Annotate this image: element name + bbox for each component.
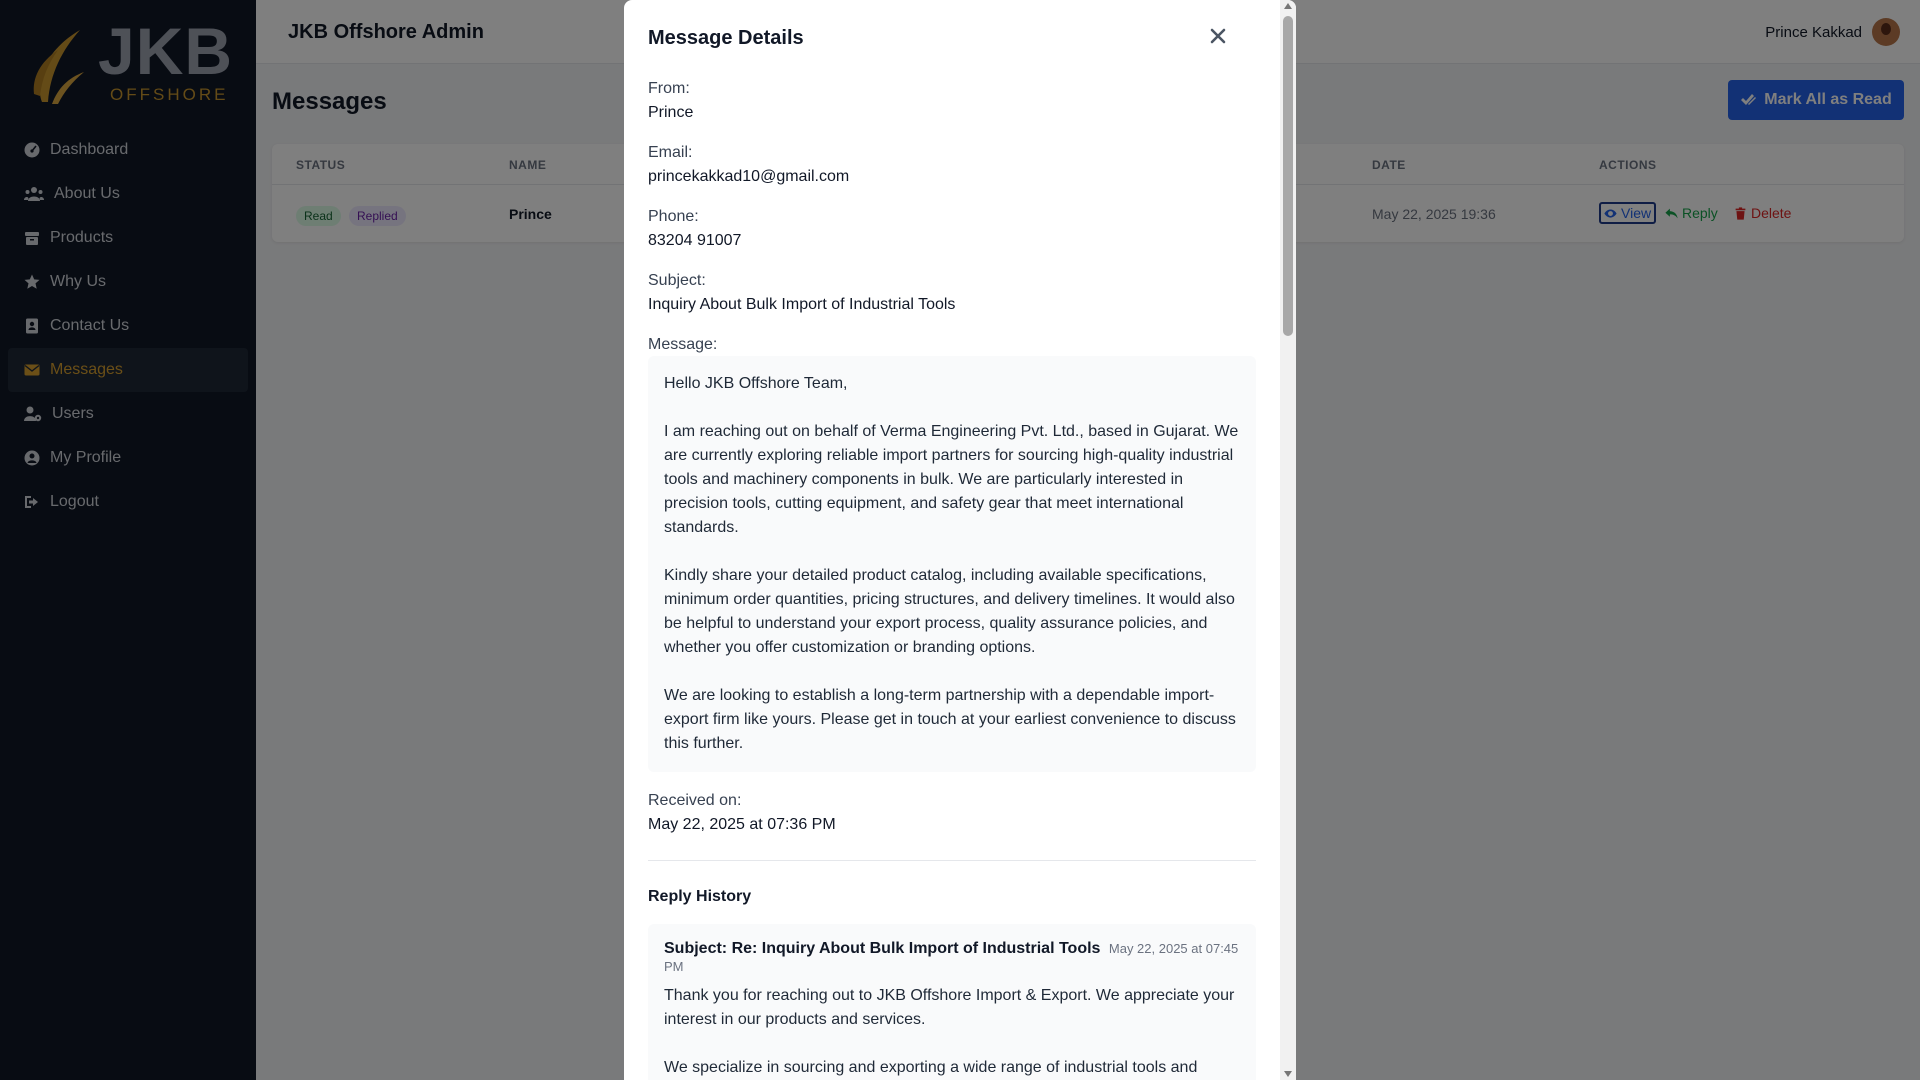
message-paragraph: I am reaching out on behalf of Verma Eng…: [664, 423, 1239, 536]
reply-history-item: Subject: Re: Inquiry About Bulk Import o…: [648, 924, 1256, 1080]
message-details-modal: Message Details From: Prince Email: prin…: [624, 0, 1296, 1080]
reply-paragraph: We specialize in sourcing and exporting …: [664, 1059, 1198, 1076]
email-value: princekakkad10@gmail.com: [648, 168, 850, 185]
scrollbar-thumb[interactable]: [1283, 16, 1293, 336]
modal-scrollbar[interactable]: [1280, 0, 1296, 1080]
subject-value: Inquiry About Bulk Import of Industrial …: [648, 296, 956, 313]
received-label: Received on:: [648, 792, 742, 809]
reply-subject: Subject: Re: Inquiry About Bulk Import o…: [664, 940, 1101, 957]
from-label: From:: [648, 80, 690, 97]
close-button[interactable]: [1206, 24, 1230, 48]
section-divider: [648, 860, 1256, 861]
message-paragraph: We are looking to establish a long-term …: [664, 687, 1236, 752]
phone-label: Phone:: [648, 208, 699, 225]
subject-label: Subject:: [648, 272, 706, 289]
scroll-down-arrow-icon[interactable]: [1284, 1071, 1292, 1077]
scroll-up-arrow-icon[interactable]: [1284, 3, 1292, 9]
received-value: May 22, 2025 at 07:36 PM: [648, 816, 836, 833]
reply-paragraph: Thank you for reaching out to JKB Offsho…: [664, 987, 1235, 1028]
message-body: Hello JKB Offshore Team, I am reaching o…: [648, 356, 1256, 772]
message-label: Message:: [648, 336, 718, 353]
message-paragraph: Kindly share your detailed product catal…: [664, 567, 1235, 656]
email-label: Email:: [648, 144, 693, 161]
reply-body: Thank you for reaching out to JKB Offsho…: [664, 984, 1240, 1080]
message-paragraph: Hello JKB Offshore Team,: [664, 375, 848, 392]
phone-value: 83204 91007: [648, 232, 742, 249]
from-value: Prince: [648, 104, 694, 121]
close-icon: [1210, 28, 1226, 44]
reply-history-heading: Reply History: [648, 888, 752, 905]
modal-title: Message Details: [648, 27, 804, 49]
